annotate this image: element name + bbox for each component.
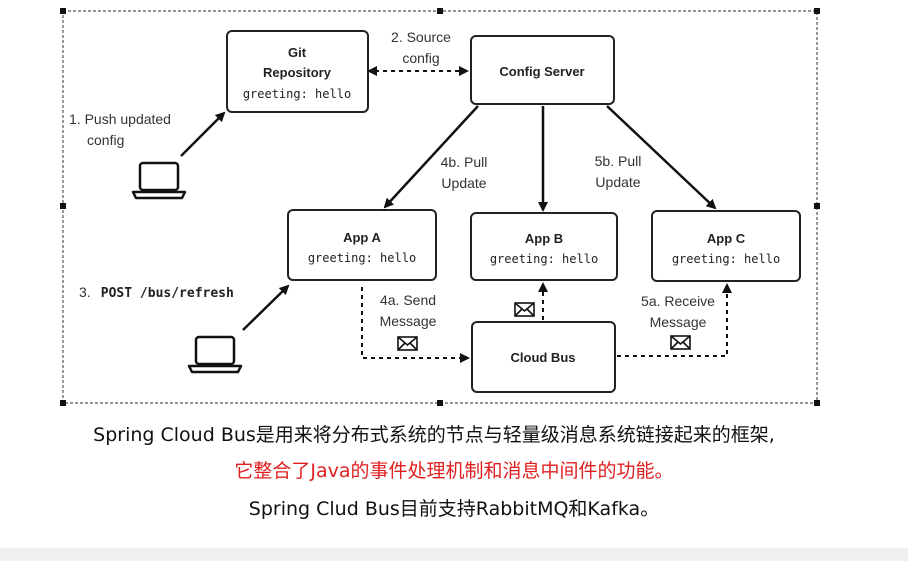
step2-label-2: config [402,50,439,66]
step4b-label-2: Update [441,175,486,191]
bottom-scroll-area [0,548,908,561]
step2-label-1: 2. Source [391,29,451,45]
laptop-icon [187,335,243,374]
step3-label: 3. POST /bus/refresh [79,282,234,301]
selection-handles[interactable] [60,8,820,406]
step4a-label-2: Message [380,313,437,329]
envelope-icon [670,335,691,350]
app-c-title: App C [707,231,746,246]
laptop-icon [131,161,187,200]
app-a-title: App A [343,230,381,245]
caption-line-3: Spring Clud Bus目前支持RabbitMQ和Kafka。 [248,498,660,520]
step1-label-2: config [87,132,124,148]
app-a-box [287,209,437,281]
app-a-content: greeting: hello [308,251,416,265]
app-c-content: greeting: hello [672,252,780,266]
selection-frame [62,10,818,404]
arrow-push-config [180,111,226,157]
arrow-post-refresh [242,284,290,331]
app-b-content: greeting: hello [490,252,598,266]
caption-line-2-highlight: 它整合了Java的事件处理机制和消息中间件的功能。 [234,460,674,482]
git-repo-content: greeting: hello [243,87,351,101]
app-b-box [470,212,618,281]
git-repo-title-1: Git [288,45,307,60]
step5b-label-2: Update [595,174,640,190]
config-server-title: Config Server [499,64,584,79]
step4b-label-1: 4b. Pull [441,154,488,170]
cloud-bus-title: Cloud Bus [511,350,576,365]
step5a-label-1: 5a. Receive [641,293,715,309]
app-b-title: App B [525,231,563,246]
step5b-label-1: 5b. Pull [595,153,642,169]
step4a-label-1: 4a. Send [380,292,436,308]
app-c-box [651,210,801,282]
caption-line-1: Spring Cloud Bus是用来将分布式系统的节点与轻量级消息系统链接起来… [93,424,775,446]
envelope-icon [514,302,535,317]
envelope-icon [397,336,418,351]
architecture-diagram: Git Repository greeting: hello Config Se… [60,8,820,406]
git-repo-title-2: Repository [263,65,332,80]
step1-label-1: 1. Push updated [69,111,171,127]
step5a-label-2: Message [650,314,707,330]
